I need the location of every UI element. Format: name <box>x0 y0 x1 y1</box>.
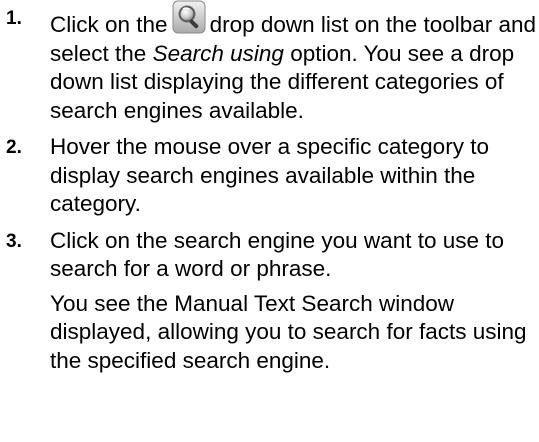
step-text: Click on the drop down list on the toolb… <box>50 0 539 125</box>
step-result-note: You see the Manual Text Search window di… <box>50 290 527 373</box>
instruction-steps: 1. Click on the drop down list on the to… <box>0 0 539 383</box>
step-text: Click on the search engine you want to u… <box>50 227 505 282</box>
step-3: 3. Click on the search engine you want t… <box>0 227 539 376</box>
step-emphasis: Search using <box>152 40 284 66</box>
search-magnifier-icon <box>172 0 206 34</box>
step-number: 3. <box>6 230 22 252</box>
step-number: 1. <box>6 8 22 29</box>
step-text: Hover the mouse over a specific category… <box>50 134 489 216</box>
step-text-part: Click on the <box>50 12 168 37</box>
step-2: 2. Hover the mouse over a specific categ… <box>0 133 539 219</box>
step-1: 1. Click on the drop down list on the to… <box>0 0 539 125</box>
step-number: 2. <box>6 137 22 158</box>
